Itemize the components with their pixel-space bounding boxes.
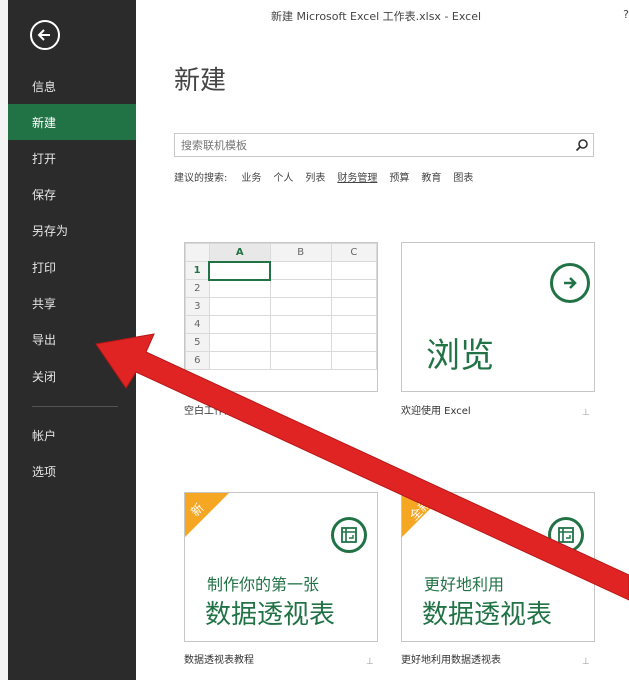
blank-workbook-grid: A B C 1 2 3 4 5 6 xyxy=(185,243,377,370)
row-header: 4 xyxy=(185,315,210,334)
suggested-search-link[interactable]: 预算 xyxy=(389,169,409,184)
sidebar-item-open[interactable]: 打开 xyxy=(8,140,136,176)
pivot-table-icon xyxy=(548,517,584,553)
page-title: 新建 xyxy=(174,66,227,96)
search-input[interactable] xyxy=(175,134,571,156)
sidebar-item-share[interactable]: 共享 xyxy=(8,285,136,321)
template-caption: 数据透视表教程 xyxy=(184,655,254,666)
row-header: 5 xyxy=(185,333,210,352)
row-header: 2 xyxy=(185,279,210,298)
window-title: 新建 Microsoft Excel 工作表.xlsx - Excel xyxy=(270,10,482,23)
sidebar-item-info[interactable]: 信息 xyxy=(8,68,136,104)
template-welcome-excel[interactable]: 浏览 xyxy=(401,242,595,392)
sidebar-item-options[interactable]: 选项 xyxy=(8,453,136,489)
template-headline-large: 数据透视表 xyxy=(422,600,553,630)
sidebar-divider xyxy=(32,406,118,407)
suggested-search-link[interactable]: 业务 xyxy=(241,169,261,184)
new-badge xyxy=(185,493,229,537)
template-caption: 更好地利用数据透视表 xyxy=(401,655,501,666)
help-button[interactable]: ? xyxy=(623,8,629,21)
template-headline: 更好地利用 xyxy=(424,575,505,594)
row-header: 3 xyxy=(185,297,210,316)
template-caption: 欢迎使用 Excel xyxy=(401,406,471,417)
sidebar-item-export[interactable]: 导出 xyxy=(8,321,136,357)
suggested-search-link[interactable]: 个人 xyxy=(273,169,293,184)
template-pivot-tutorial[interactable]: 新 制作你的第一张 数据透视表 xyxy=(184,492,378,642)
suggested-search-link[interactable]: 财务管理 xyxy=(337,169,377,184)
back-arrow-icon[interactable] xyxy=(30,20,60,50)
browse-text: 浏览 xyxy=(426,336,494,376)
sidebar-item-new[interactable]: 新建 xyxy=(8,104,136,140)
template-search-box xyxy=(174,133,594,157)
backstage-sidebar: 信息 新建 打开 保存 另存为 打印 共享 导出 关闭 帐户 选项 xyxy=(8,0,136,680)
pin-icon[interactable]: ⊥ xyxy=(582,408,590,418)
template-headline-large: 数据透视表 xyxy=(205,600,336,630)
row-header: 1 xyxy=(185,261,210,280)
suggested-searches-label: 建议的搜索: xyxy=(174,173,228,184)
column-header: C xyxy=(330,243,377,262)
template-pivot-advanced[interactable]: 全新 更好地利用 数据透视表 xyxy=(401,492,595,642)
sidebar-item-account[interactable]: 帐户 xyxy=(8,417,136,453)
sidebar-item-close[interactable]: 关闭 xyxy=(8,358,136,394)
column-header: A xyxy=(208,243,271,262)
window-edge xyxy=(0,0,8,680)
pin-icon[interactable]: ⊥ xyxy=(366,657,374,667)
sidebar-item-save-as[interactable]: 另存为 xyxy=(8,212,136,248)
suggested-search-link[interactable]: 图表 xyxy=(453,169,473,184)
main-panel: 新建 Microsoft Excel 工作表.xlsx - Excel ? 新建… xyxy=(136,0,629,680)
suggested-searches: 建议的搜索: 业务 个人 列表 财务管理 预算 教育 图表 xyxy=(174,169,485,184)
template-caption: 空白工作簿 xyxy=(184,406,234,417)
template-blank-workbook[interactable]: A B C 1 2 3 4 5 6 xyxy=(184,242,378,392)
search-icon[interactable] xyxy=(571,134,593,156)
row-header: 6 xyxy=(185,351,210,370)
arrow-right-circle-icon xyxy=(550,263,590,303)
sidebar-item-save[interactable]: 保存 xyxy=(8,176,136,212)
suggested-search-link[interactable]: 列表 xyxy=(305,169,325,184)
pin-icon[interactable]: ⊥ xyxy=(582,657,590,667)
sidebar-item-print[interactable]: 打印 xyxy=(8,249,136,285)
pivot-table-icon xyxy=(331,517,367,553)
column-header: B xyxy=(269,243,332,262)
suggested-search-link[interactable]: 教育 xyxy=(421,169,441,184)
template-headline: 制作你的第一张 xyxy=(207,575,320,594)
